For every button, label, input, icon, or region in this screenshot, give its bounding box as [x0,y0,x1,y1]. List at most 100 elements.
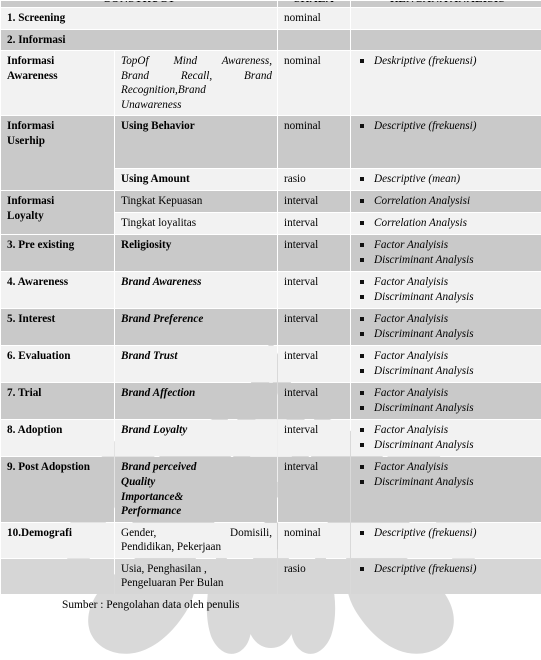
construct-cell-adoption: 8. Adoption [1,420,114,457]
construct-cell-informasi-userhip: Informasi Userhip [1,116,114,191]
analysis-cell: Correlation Analysis [351,213,541,235]
indicator-cell: Brand Awareness [115,272,278,309]
skala-cell: interval [278,272,351,309]
skala-cell: interval [278,420,351,457]
skala-cell [278,29,351,51]
construct-cell-screening: 1. Screening [1,8,278,29]
indicator-cell: Gender, Domisili, Pendidikan, Pekerjaan [115,522,278,558]
analysis-list: Factor Analyisis Discriminant Analysis [357,460,539,490]
bullet-icon [360,177,365,182]
analysis-cell: Factor Analyisis Discriminant Analysis [351,272,541,309]
analysis-cell: Descriptive (frekuensi) [351,558,541,594]
analysis-item: Factor Analyisis [357,460,539,475]
skala-cell: nominal [278,51,351,116]
bullet-icon [360,332,365,337]
analysis-list: Correlation Analysisi [357,194,539,209]
analysis-list: Factor Analyisis Discriminant Analysis [357,423,539,453]
analysis-list: Factor Analyisis Discriminant Analysis [357,238,539,268]
analysis-item: Discriminant Analysis [357,364,539,379]
bullet-icon [360,243,365,248]
bullet-icon [360,199,365,204]
analysis-cell: Descriptive (frekuensi) [351,116,541,169]
source-caption: Sumber : Pengolahan data oleh penulis [62,598,240,611]
analysis-cell: Factor Analyisis Discriminant Analysis [351,346,541,383]
indicator-cell: Using Behavior [115,116,278,169]
analysis-cell: Deskriptive (frekuensi) [351,51,541,116]
analysis-cell: Factor Analyisis Discriminant Analysis [351,235,541,272]
bullet-icon [360,317,365,322]
skala-cell: interval [278,346,351,383]
analysis-item: Factor Analyisis [357,275,539,290]
bullet-icon [360,369,365,374]
analysis-item: Discriminant Analysis [357,290,539,305]
bullet-icon [360,280,365,285]
skala-cell: interval [278,309,351,346]
analysis-item: Factor Analyisis [357,386,539,401]
construct-cell-interest: 5. Interest [1,309,114,346]
analysis-item: Discriminant Analysis [357,327,539,342]
bullet-icon [360,443,365,448]
bullet-icon [360,354,365,359]
analysis-cell: Factor Analyisis Discriminant Analysis [351,457,541,522]
analysis-cell: Factor Analyisis Discriminant Analysis [351,383,541,420]
table-row: 7. Trial Brand Affection interval Factor… [1,383,541,420]
skala-cell: interval [278,235,351,272]
indicator-cell: Brand Loyalty [115,420,278,457]
analysis-list: Factor Analyisis Discriminant Analysis [357,349,539,379]
indicator-cell: TopOf Mind Awareness, Brand Recall, Bran… [115,51,278,116]
skala-cell: rasio [278,169,351,191]
analysis-cell: Descriptive (mean) [351,169,541,191]
table-row: 8. Adoption Brand Loyalty interval Facto… [1,420,541,457]
table-row: Usia, Penghasilan , Pengeluaran Per Bula… [1,558,541,594]
bullet-icon [360,59,365,64]
analysis-cell: Descriptive (frekuensi) [351,522,541,558]
analysis-cell [351,29,541,51]
indicator-cell: Tingkat Kepuasan [115,191,278,213]
indicator-cell: Brand Trust [115,346,278,383]
analysis-list: Descriptive (mean) [357,172,539,187]
table-row: Informasi Awareness TopOf Mind Awareness… [1,51,541,116]
skala-cell: rasio [278,558,351,594]
analysis-item: Descriptive (mean) [357,172,539,187]
analysis-item: Deskriptive (frekuensi) [357,54,539,69]
indicator-cell: Brand perceived Quality Importance& Perf… [115,457,278,522]
bullet-icon [360,124,365,129]
analysis-list: Factor Analyisis Discriminant Analysis [357,312,539,342]
column-header-construct: CONSTRUCT [1,1,278,7]
construct-cell-trial: 7. Trial [1,383,114,420]
analysis-list: Descriptive (frekuensi) [357,526,539,541]
analysis-item: Factor Analyisis [357,423,539,438]
skala-cell: nominal [278,116,351,169]
indicator-cell: Brand Affection [115,383,278,420]
skala-cell: interval [278,457,351,522]
construct-cell-empty [1,558,114,594]
analysis-item: Factor Analyisis [357,238,539,253]
skala-cell: interval [278,383,351,420]
bullet-icon [360,295,365,300]
analysis-item: Discriminant Analysis [357,475,539,490]
bullet-icon [360,406,365,411]
indicator-cell: Tingkat loyalitas [115,213,278,235]
construct-cell-awareness: 4. Awareness [1,272,114,309]
column-header-skala: SKALA [278,1,351,7]
analysis-list: Descriptive (frekuensi) [357,562,539,577]
construct-cell-pre-existing: 3. Pre existing [1,235,114,272]
construct-cell-post-adoption: 9. Post Adopstion [1,457,114,522]
table-row: 4. Awareness Brand Awareness interval Fa… [1,272,541,309]
table-row: 9. Post Adopstion Brand perceived Qualit… [1,457,541,522]
bullet-icon [360,258,365,263]
research-construct-table: CONSTRUCT SKALA RENCANA ANALISIS 1. Scre… [0,0,541,595]
bullet-icon [360,480,365,485]
analysis-item: Factor Analyisis [357,312,539,327]
indicator-cell: Using Amount [115,169,278,191]
analysis-item: Discriminant Analysis [357,401,539,416]
table-row: 5. Interest Brand Preference interval Fa… [1,309,541,346]
construct-cell-informasi-awareness: Informasi Awareness [1,51,114,116]
bullet-icon [360,566,365,571]
analysis-list: Factor Analyisis Discriminant Analysis [357,275,539,305]
bullet-icon [360,221,365,226]
table-row: 6. Evaluation Brand Trust interval Facto… [1,346,541,383]
bullet-icon [360,391,365,396]
table-row: Informasi Userhip Using Behavior nominal… [1,116,541,191]
construct-cell-informasi: 2. Informasi [1,29,278,51]
